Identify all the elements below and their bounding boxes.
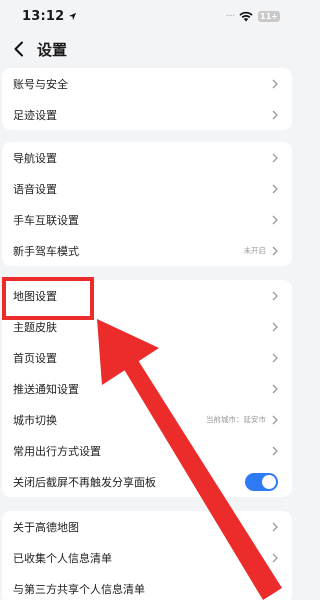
- row-label: 常用出行方式设置: [13, 444, 101, 458]
- back-icon[interactable]: [12, 41, 26, 57]
- row-value: 未开启: [243, 246, 267, 255]
- settings-row-collected-info[interactable]: 已收集个人信息清单: [2, 542, 292, 573]
- settings-row-city[interactable]: 城市切换 当前城市：延安市: [2, 404, 292, 435]
- chevron-right-icon: [272, 215, 278, 224]
- settings-row-screenshot-share: 关闭后截屏不再触发分享面板: [2, 466, 292, 497]
- chevron-right-icon: [272, 110, 278, 119]
- row-label: 手车互联设置: [13, 213, 79, 227]
- status-right: ···· 11+: [225, 10, 280, 22]
- settings-row-novice-mode[interactable]: 新手驾车模式 未开启: [2, 235, 292, 266]
- row-label: 导航设置: [13, 151, 57, 165]
- row-label: 语音设置: [13, 182, 57, 196]
- row-label: 账号与安全: [13, 77, 68, 91]
- settings-row-push[interactable]: 推送通知设置: [2, 373, 292, 404]
- settings-row-car-connect[interactable]: 手车互联设置: [2, 204, 292, 235]
- settings-row-account-security[interactable]: 账号与安全: [2, 68, 292, 99]
- chevron-right-icon: [272, 446, 278, 455]
- row-label: 关于高德地图: [13, 520, 79, 534]
- row-label: 城市切换: [13, 413, 57, 427]
- settings-row-travel-mode[interactable]: 常用出行方式设置: [2, 435, 292, 466]
- settings-row-third-party-info[interactable]: 与第三方共享个人信息清单: [2, 573, 292, 600]
- annotation-highlight-box: [2, 277, 94, 320]
- chevron-right-icon: [272, 79, 278, 88]
- battery-indicator: 11+: [258, 10, 280, 22]
- page-title: 设置: [37, 40, 68, 59]
- chevron-right-icon: [272, 584, 278, 593]
- row-value: 当前城市：延安市: [206, 415, 266, 424]
- chevron-right-icon: [272, 291, 278, 300]
- status-bar: 13:12 ···· 11+: [0, 0, 294, 32]
- chevron-right-icon: [272, 322, 278, 331]
- chevron-right-icon: [272, 415, 278, 424]
- chevron-right-icon: [272, 184, 278, 193]
- row-label: 主题皮肤: [13, 320, 57, 334]
- settings-row-about[interactable]: 关于高德地图: [2, 511, 292, 542]
- row-label: 与第三方共享个人信息清单: [13, 582, 145, 596]
- chevron-right-icon: [272, 384, 278, 393]
- screenshot-share-toggle[interactable]: [245, 472, 278, 491]
- settings-group-account: 账号与安全 足迹设置: [2, 68, 292, 130]
- chevron-right-icon: [272, 153, 278, 162]
- chevron-right-icon: [272, 246, 278, 255]
- wifi-icon: [239, 11, 253, 21]
- settings-group-about: 关于高德地图 已收集个人信息清单 与第三方共享个人信息清单: [2, 511, 292, 600]
- settings-row-footprint[interactable]: 足迹设置: [2, 99, 292, 130]
- nav-bar: 设置: [0, 32, 294, 66]
- row-label: 首页设置: [13, 351, 57, 365]
- settings-row-homepage[interactable]: 首页设置: [2, 342, 292, 373]
- signal-dots: ····: [225, 10, 235, 22]
- chevron-right-icon: [272, 522, 278, 531]
- row-label: 新手驾车模式: [13, 244, 79, 258]
- location-arrow-icon: [69, 12, 77, 20]
- status-time: 13:12: [22, 8, 65, 24]
- row-label: 关闭后截屏不再触发分享面板: [13, 475, 156, 489]
- settings-row-navigation[interactable]: 导航设置: [2, 142, 292, 173]
- row-label: 推送通知设置: [13, 382, 79, 396]
- row-label: 已收集个人信息清单: [13, 551, 112, 565]
- toggle-knob: [262, 474, 276, 489]
- settings-group-navigation: 导航设置 语音设置 手车互联设置 新手驾车模式 未开启: [2, 142, 292, 266]
- row-label: 足迹设置: [13, 108, 57, 122]
- chevron-right-icon: [272, 553, 278, 562]
- chevron-right-icon: [272, 353, 278, 362]
- settings-row-voice[interactable]: 语音设置: [2, 173, 292, 204]
